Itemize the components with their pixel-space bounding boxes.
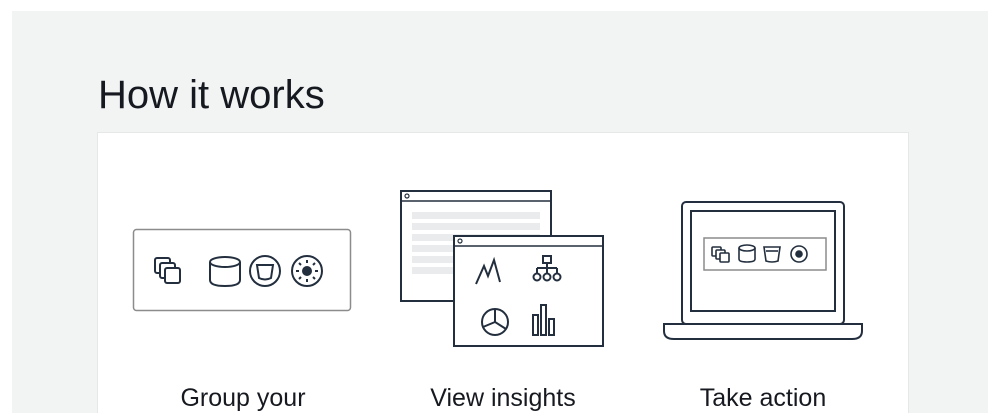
step-label-group: Group your (180, 384, 306, 412)
step-label-action: Take action (699, 384, 827, 412)
resource-group-illustration (132, 228, 352, 312)
laptop-action-illustration (663, 201, 863, 340)
chip-circle-icon (291, 255, 323, 287)
front-window-icon (453, 235, 604, 347)
section-title: How it works (98, 73, 325, 117)
dashboard-insights-illustration (400, 190, 604, 347)
step-label-insights: View insights (430, 384, 576, 412)
